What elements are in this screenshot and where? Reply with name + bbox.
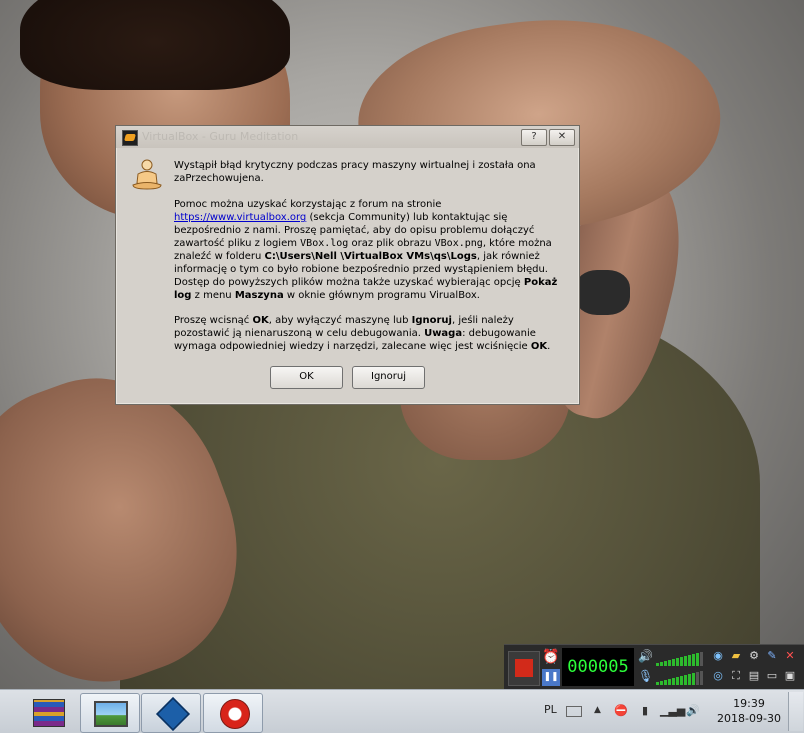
show-hidden-icons-arrow[interactable]: ▲ <box>594 705 601 715</box>
dialog-titlebar[interactable]: VirtualBox - Guru Meditation ? ✕ <box>116 126 579 148</box>
error-summary: Wystąpił błąd krytyczny podczas pracy ma… <box>174 160 536 184</box>
stop-recording-button[interactable] <box>508 651 540 686</box>
instr-text-5: . <box>547 341 551 352</box>
keyboard-icon[interactable] <box>566 706 582 717</box>
virtualbox-icon <box>122 130 138 146</box>
level-bar <box>700 671 703 685</box>
show-desktop-button[interactable] <box>788 692 803 731</box>
mic-level-meter <box>656 669 704 685</box>
dialog-title: VirtualBox - Guru Meditation <box>142 130 299 143</box>
taskbar-photo-viewer[interactable] <box>80 693 140 733</box>
level-bar <box>664 661 667 666</box>
photo-icon <box>94 701 128 727</box>
log-filename: VBox.log <box>300 238 349 249</box>
help-text-6: z menu <box>191 290 235 301</box>
level-bar <box>672 659 675 666</box>
window-icon[interactable]: ▤ <box>746 668 762 684</box>
virtualbox-cube-icon <box>156 697 190 731</box>
instr-ok-2: OK <box>530 341 548 352</box>
wallpaper-hair <box>20 0 290 90</box>
pause-icon[interactable]: ❚❚ <box>542 669 560 686</box>
dialog-message: Wystąpił błąd krytyczny podczas pracy ma… <box>174 159 572 365</box>
taskbar-virtualbox[interactable] <box>141 693 201 733</box>
level-bar <box>700 652 703 666</box>
record-icon <box>220 699 250 729</box>
recorder-tool-icons: ◉ ▰ ⚙ ✎ ✕ ◎ ⛶ ▤ ▭ ▣ <box>710 648 802 688</box>
instr-text-2: , aby wyłączyć maszynę lub <box>268 315 412 326</box>
instr-text-1: Proszę wcisnąć <box>174 315 253 326</box>
clock-time: 19:39 <box>733 697 765 710</box>
level-bar <box>684 656 687 666</box>
signal-icon[interactable]: ▁▃▅ <box>660 704 685 718</box>
clock[interactable]: 19:39 2018-09-30 <box>716 696 782 726</box>
level-bar <box>676 677 679 685</box>
level-bar <box>664 680 667 685</box>
network-error-icon[interactable]: ⛔ <box>614 704 628 718</box>
speaker-icon[interactable]: 🔊 <box>638 649 653 665</box>
taskbar-winrar[interactable] <box>20 693 78 731</box>
webcam-icon[interactable]: ◉ <box>710 648 726 664</box>
taskbar-recorder[interactable] <box>203 693 263 733</box>
camera-icon[interactable]: ◎ <box>710 668 726 684</box>
machine-menu: Maszyna <box>234 290 284 301</box>
gear-icon[interactable]: ⚙ <box>746 648 762 664</box>
help-paragraph: Pomoc można uzyskać korzystając z forum … <box>174 198 572 302</box>
alarm-clock-icon[interactable]: ⏰ <box>542 648 560 666</box>
ok-button[interactable]: OK <box>270 366 343 389</box>
language-indicator[interactable]: PL <box>544 703 557 716</box>
instruction-paragraph: Proszę wcisnąć OK, aby wyłączyć maszynę … <box>174 314 572 353</box>
level-bar <box>680 657 683 666</box>
level-bar <box>672 678 675 685</box>
png-filename: VBox.png <box>434 238 483 249</box>
guru-meditation-dialog: VirtualBox - Guru Meditation ? ✕ Wystąpi… <box>115 125 580 405</box>
level-bar <box>660 662 663 666</box>
audio-level-meter <box>656 650 704 666</box>
close-icon[interactable]: ✕ <box>782 648 798 664</box>
monitor-icon[interactable]: ▭ <box>764 668 780 684</box>
winrar-icon <box>33 699 65 727</box>
meditating-figure-icon <box>132 159 162 190</box>
folder-icon[interactable]: ▰ <box>728 648 744 664</box>
level-bar <box>688 655 691 666</box>
recording-timer: 000005 <box>562 648 634 686</box>
microphone-icon[interactable]: 🎙 <box>638 669 653 685</box>
level-bar <box>696 653 699 666</box>
level-bar <box>680 676 683 685</box>
level-bar <box>696 672 699 685</box>
ignore-button[interactable]: Ignoruj <box>352 366 425 389</box>
level-bar <box>656 663 659 666</box>
virtualbox-link[interactable]: https://www.virtualbox.org <box>174 212 306 223</box>
help-text-7: w oknie głównym programu VirualBox. <box>283 290 480 301</box>
level-bar <box>684 675 687 685</box>
level-bar <box>668 660 671 666</box>
help-text-3: oraz plik obrazu <box>348 238 435 249</box>
usb-icon[interactable]: ▮ <box>638 704 652 718</box>
level-bar <box>688 674 691 685</box>
level-bar <box>676 658 679 666</box>
instr-warning: Uwaga <box>424 328 463 339</box>
fullscreen-icon[interactable]: ⛶ <box>728 668 744 684</box>
region-icon[interactable]: ▣ <box>782 668 798 684</box>
help-button[interactable]: ? <box>521 129 547 146</box>
level-bar <box>660 681 663 685</box>
close-button[interactable]: ✕ <box>549 129 575 146</box>
level-bar <box>656 682 659 685</box>
wallpaper-wristband <box>575 270 630 315</box>
pen-icon[interactable]: ✎ <box>764 648 780 664</box>
instr-ok: OK <box>252 315 269 326</box>
level-bar <box>668 679 671 685</box>
help-text-1: Pomoc można uzyskać korzystając z forum … <box>174 199 442 210</box>
instr-ignore: Ignoruj <box>411 315 452 326</box>
log-folder-path: C:\Users\Nell \VirtualBox VMs\qs\Logs <box>264 251 477 262</box>
volume-icon[interactable]: 🔊 <box>686 704 700 718</box>
taskbar: PL ▲ ⛔ ▮ ▁▃▅ 🔊 19:39 2018-09-30 <box>0 689 804 733</box>
screen-recorder-widget: ⏰ ❚❚ 000005 🔊 🎙 ◉ ▰ ⚙ ✎ ✕ ◎ ⛶ ▤ ▭ ▣ <box>504 644 804 690</box>
clock-date: 2018-09-30 <box>717 712 781 725</box>
level-bar <box>692 654 695 666</box>
level-bar <box>692 673 695 685</box>
